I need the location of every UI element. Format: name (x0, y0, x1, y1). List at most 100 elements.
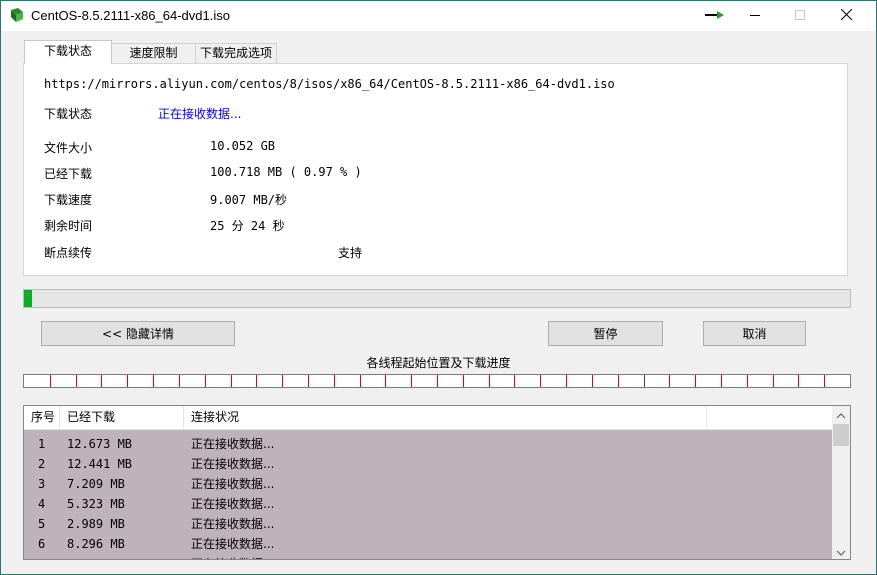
maximize-button[interactable] (777, 2, 823, 30)
list-body: 1 12.673 MB 正在接收数据... 2 12.441 MB 正在接收数据... 3 7… (24, 430, 832, 559)
thread-start-marker (798, 375, 799, 387)
thread-start-marker (50, 375, 51, 387)
cell-no: 2 (38, 457, 46, 471)
overall-progress-bar (23, 289, 851, 308)
downloaded-value: 100.718 MB ( 0.97 % ) (210, 165, 362, 179)
cell-status: 正在接收数据... (191, 537, 275, 551)
thread-start-marker (824, 375, 825, 387)
table-row[interactable]: 7 3.307 MB 正在接收数据... (24, 554, 832, 559)
table-row[interactable]: 5 2.989 MB 正在接收数据... (24, 514, 832, 534)
thread-start-marker (282, 375, 283, 387)
file-size-label: 文件大小 (44, 141, 93, 155)
thread-start-marker (231, 375, 232, 387)
remaining-time-label: 剩余时间 (44, 219, 93, 233)
hide-details-button[interactable]: << 隐藏详情 (41, 321, 235, 346)
thread-start-marker (101, 375, 102, 387)
thread-start-marker (592, 375, 593, 387)
close-icon (840, 8, 852, 23)
column-header-status[interactable]: 连接状况 (184, 406, 707, 429)
cell-downloaded: 3.307 MB (67, 554, 125, 559)
cell-status: 正在接收数据... (191, 477, 275, 491)
cancel-button[interactable]: 取消 (703, 321, 806, 346)
remaining-time-value: 25 分 24 秒 (210, 219, 285, 233)
thread-start-marker (179, 375, 180, 387)
cell-downloaded: 12.441 MB (67, 457, 133, 471)
scroll-thumb[interactable] (833, 424, 849, 446)
minimize-icon (750, 9, 760, 23)
cell-status: 正在接收数据... (191, 437, 275, 451)
thread-start-marker (644, 375, 645, 387)
status-panel: https://mirrors.aliyun.com/centos/8/isos… (23, 63, 848, 276)
cell-no: 1 (38, 437, 46, 451)
close-button[interactable] (823, 2, 869, 30)
app-icon (9, 7, 25, 23)
thread-start-marker (205, 375, 206, 387)
cell-downloaded: 8.296 MB (67, 537, 125, 551)
file-size-value: 10.052 GB (210, 139, 276, 153)
tab-completion-options[interactable]: 下载完成选项 (195, 43, 277, 63)
thread-start-marker (721, 375, 722, 387)
thread-start-marker (360, 375, 361, 387)
download-url: https://mirrors.aliyun.com/centos/8/isos… (44, 77, 615, 91)
window-title: CentOS-8.5.2111-x86_64-dvd1.iso (31, 8, 230, 23)
cell-status: 正在接收数据... (191, 554, 274, 559)
thread-progress-bar (23, 374, 851, 388)
thread-start-marker (334, 375, 335, 387)
thread-start-marker (514, 375, 515, 387)
thread-start-marker (695, 375, 696, 387)
table-row[interactable]: 2 12.441 MB 正在接收数据... (24, 454, 832, 474)
speed-value: 9.007 MB/秒 (210, 193, 288, 207)
cell-no: 7 (38, 554, 45, 559)
cell-downloaded: 5.323 MB (67, 497, 125, 511)
cell-downloaded: 12.673 MB (67, 437, 133, 451)
thread-start-marker (773, 375, 774, 387)
cell-status: 正在接收数据... (191, 497, 275, 511)
cell-status: 正在接收数据... (191, 517, 275, 531)
column-header-downloaded[interactable]: 已经下载 (60, 406, 184, 429)
cell-no: 5 (38, 517, 46, 531)
table-row[interactable]: 1 12.673 MB 正在接收数据... (24, 434, 832, 454)
thread-start-marker (489, 375, 490, 387)
resume-value: 支持 (338, 246, 363, 260)
cell-no: 6 (38, 537, 46, 551)
scroll-up-icon[interactable] (836, 409, 846, 423)
state-label: 下载状态 (44, 107, 93, 121)
speed-label: 下载速度 (44, 193, 93, 207)
thread-start-marker (411, 375, 412, 387)
thread-start-marker (540, 375, 541, 387)
table-row[interactable]: 4 5.323 MB 正在接收数据... (24, 494, 832, 514)
thread-start-marker (463, 375, 464, 387)
vertical-scrollbar[interactable] (832, 406, 850, 559)
thread-list[interactable]: 序号 已经下载 连接状况 1 12.673 MB 正在接收数据... 2 12.441 … (23, 405, 851, 560)
column-header-no[interactable]: 序号 (24, 406, 60, 429)
thread-start-marker (153, 375, 154, 387)
minimize-to-tray-icon (704, 9, 726, 23)
threads-caption: 各线程起始位置及下载进度 (366, 356, 511, 370)
minimize-button[interactable] (732, 2, 778, 30)
thread-start-marker (76, 375, 77, 387)
thread-start-marker (127, 375, 128, 387)
tab-download-status[interactable]: 下载状态 (24, 40, 112, 64)
scroll-down-icon[interactable] (836, 546, 846, 559)
cell-no: 3 (38, 477, 46, 491)
cell-downloaded: 2.989 MB (67, 517, 125, 531)
tab-speed-limit[interactable]: 速度限制 (110, 43, 197, 63)
table-row[interactable]: 6 8.296 MB 正在接收数据... (24, 534, 832, 554)
thread-start-marker (566, 375, 567, 387)
resume-label: 断点续传 (44, 246, 93, 260)
table-row[interactable]: 3 7.209 MB 正在接收数据... (24, 474, 832, 494)
cell-status: 正在接收数据... (191, 457, 275, 471)
title-bar[interactable]: CentOS-8.5.2111-x86_64-dvd1.iso (1, 1, 876, 31)
thread-start-marker (385, 375, 386, 387)
thread-start-marker (747, 375, 748, 387)
thread-start-marker (308, 375, 309, 387)
cell-downloaded: 7.209 MB (67, 477, 125, 491)
pause-button[interactable]: 暂停 (548, 321, 663, 346)
thread-start-marker (437, 375, 438, 387)
list-header: 序号 已经下载 连接状况 (24, 406, 832, 430)
progress-fill (24, 290, 32, 307)
thread-start-marker (618, 375, 619, 387)
downloaded-label: 已经下载 (44, 167, 93, 181)
thread-start-marker (669, 375, 670, 387)
maximize-icon (795, 9, 805, 23)
